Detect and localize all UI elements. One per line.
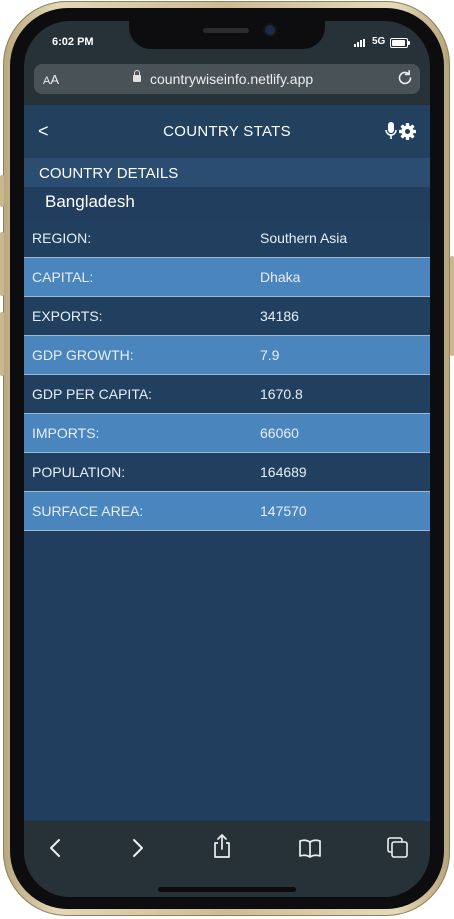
country-name: Bangladesh — [45, 192, 135, 211]
volume-up-button — [0, 232, 4, 296]
gear-icon[interactable] — [399, 123, 416, 140]
tabs-icon[interactable] — [385, 835, 411, 861]
app-header: < COUNTRY STATS — [24, 105, 430, 158]
detail-value: 147570 — [260, 503, 307, 519]
table-row: CAPITAL: Dhaka — [24, 258, 430, 297]
detail-value: 34186 — [260, 308, 299, 324]
browser-toolbar — [24, 821, 430, 897]
screen: 6:02 PM 5G AA countrywiseinfo.netlify.ap… — [24, 21, 430, 897]
notch — [129, 21, 325, 49]
table-row: REGION: Southern Asia — [24, 219, 430, 258]
section-title: COUNTRY DETAILS — [39, 165, 179, 182]
detail-label: POPULATION: — [32, 464, 126, 480]
battery-icon — [390, 38, 410, 48]
forward-arrow-icon[interactable] — [124, 835, 150, 861]
table-row: GDP PER CAPITA: 1670.8 — [24, 375, 430, 414]
bookmarks-icon[interactable] — [297, 835, 323, 861]
status-time: 6:02 PM — [52, 36, 94, 48]
detail-label: GDP PER CAPITA: — [32, 386, 153, 402]
detail-value: 66060 — [260, 425, 299, 441]
network-label: 5G — [372, 36, 386, 47]
back-arrow-icon[interactable] — [43, 835, 69, 861]
signal-icon — [354, 39, 368, 47]
url-text[interactable]: countrywiseinfo.netlify.app — [150, 71, 313, 87]
table-row: SURFACE AREA: 147570 — [24, 492, 430, 531]
lock-icon — [133, 70, 141, 82]
detail-value: Southern Asia — [260, 230, 348, 246]
table-row: POPULATION: 164689 — [24, 453, 430, 492]
speaker-grille — [203, 28, 249, 33]
table-row: EXPORTS: 34186 — [24, 297, 430, 336]
reader-text-size-button[interactable]: AA — [43, 72, 59, 87]
detail-value: 7.9 — [260, 347, 280, 363]
detail-label: CAPITAL: — [32, 269, 94, 285]
table-row: IMPORTS: 66060 — [24, 414, 430, 453]
detail-value: 1670.8 — [260, 386, 303, 402]
app-content: < COUNTRY STATS COUNTRY DETAILS Banglade… — [24, 105, 430, 821]
aa-large: A — [50, 72, 60, 87]
volume-down-button — [0, 312, 4, 376]
share-icon[interactable] — [209, 833, 235, 859]
reload-icon[interactable] — [396, 69, 414, 87]
table-row: GDP GROWTH: 7.9 — [24, 336, 430, 375]
address-bar[interactable]: AA countrywiseinfo.netlify.app — [34, 64, 420, 94]
page-title: COUNTRY STATS — [163, 123, 291, 140]
detail-label: SURFACE AREA: — [32, 503, 144, 519]
detail-label: IMPORTS: — [32, 425, 100, 441]
detail-label: EXPORTS: — [32, 308, 103, 324]
detail-label: REGION: — [32, 230, 92, 246]
front-camera — [265, 25, 275, 35]
status-bar: 6:02 PM 5G — [24, 21, 430, 65]
home-indicator — [158, 887, 296, 892]
details-table: REGION: Southern Asia CAPITAL: Dhaka EXPORTS… — [24, 219, 430, 531]
silent-switch — [0, 175, 4, 207]
detail-label: GDP GROWTH: — [32, 347, 134, 363]
detail-value: 164689 — [260, 464, 307, 480]
detail-value: Dhaka — [260, 269, 301, 285]
section-header: COUNTRY DETAILS — [24, 158, 430, 187]
power-button — [450, 256, 454, 356]
mic-icon[interactable] — [385, 122, 397, 140]
